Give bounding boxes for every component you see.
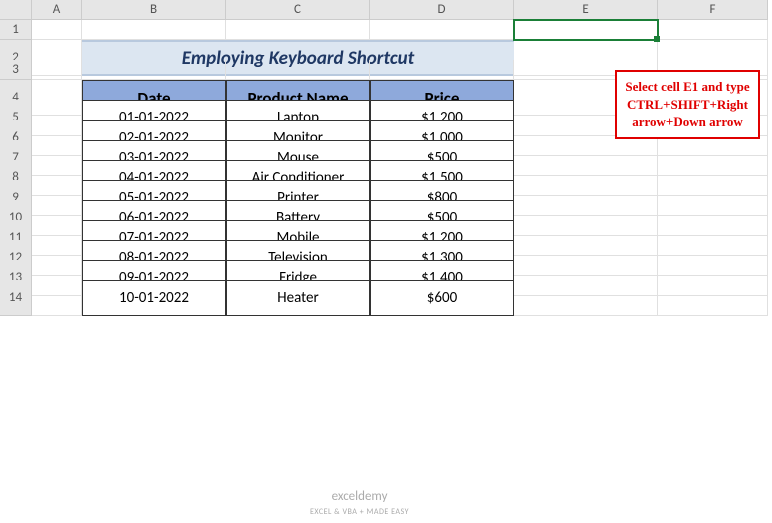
row-header-1[interactable]: 1 <box>0 20 32 40</box>
col-header-D[interactable]: D <box>370 0 514 20</box>
watermark-main: exceldemy <box>332 489 388 504</box>
col-header-C[interactable]: C <box>226 0 370 20</box>
table-row[interactable]: Heater <box>226 280 370 316</box>
instruction-callout: Select cell E1 and type CTRL+SHIFT+Right… <box>615 70 760 139</box>
row-header-3[interactable]: 3 <box>0 60 32 80</box>
cell-A14[interactable] <box>32 280 82 316</box>
cell-B3[interactable] <box>82 60 226 80</box>
col-header-F[interactable]: F <box>658 0 768 20</box>
cell-E1-selected[interactable] <box>514 20 658 40</box>
watermark: exceldemy EXCEL & VBA + MADE EASY <box>310 490 409 517</box>
col-header-E[interactable]: E <box>514 0 658 20</box>
cell-C1[interactable] <box>226 20 370 40</box>
cell-B1[interactable] <box>82 20 226 40</box>
table-row[interactable]: 10-01-2022 <box>82 280 226 316</box>
spreadsheet-grid[interactable]: A B C D E F 1 2 Employing Keyboard Short… <box>0 0 772 300</box>
cell-F14[interactable] <box>658 280 768 316</box>
cell-C3[interactable] <box>226 60 370 80</box>
cell-A1[interactable] <box>32 20 82 40</box>
col-header-A[interactable]: A <box>32 0 82 20</box>
cell-D1[interactable] <box>370 20 514 40</box>
row-header-14[interactable]: 14 <box>0 280 32 316</box>
col-header-B[interactable]: B <box>82 0 226 20</box>
table-row[interactable]: $600 <box>370 280 514 316</box>
cell-A3[interactable] <box>32 60 82 80</box>
cell-D3[interactable] <box>370 60 514 80</box>
cell-F1[interactable] <box>658 20 768 40</box>
select-all-corner[interactable] <box>0 0 32 20</box>
watermark-sub: EXCEL & VBA + MADE EASY <box>310 507 409 517</box>
cell-E14[interactable] <box>514 280 658 316</box>
